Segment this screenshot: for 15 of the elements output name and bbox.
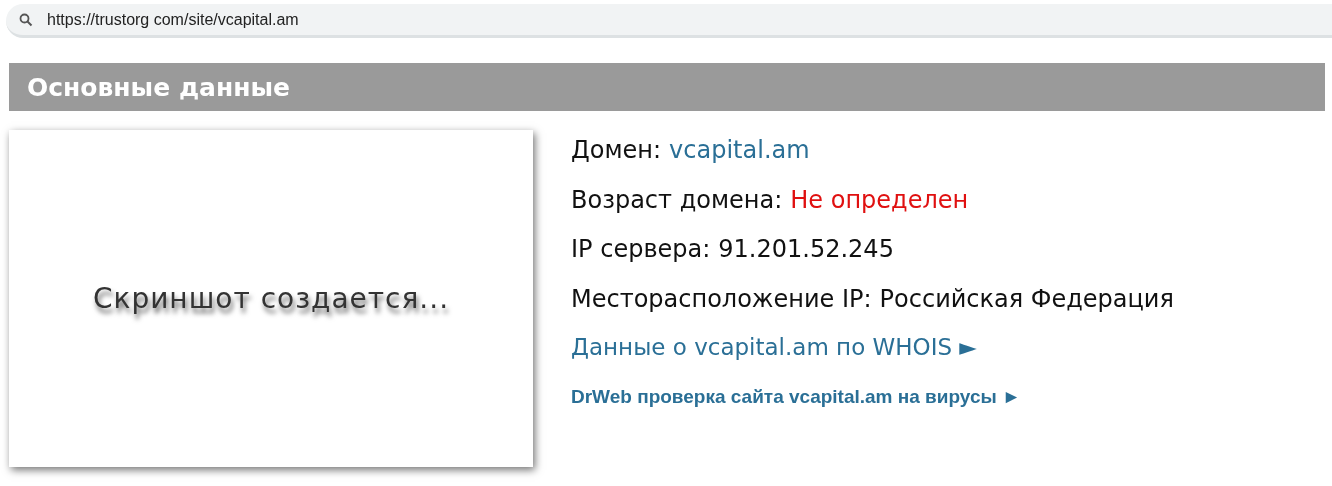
search-icon bbox=[19, 12, 33, 27]
field-label: Возраст домена: bbox=[571, 185, 783, 214]
url-text: https://trustorg com/site/vcapital.am bbox=[47, 10, 299, 29]
status-text: Не определен bbox=[790, 185, 969, 214]
domain-link[interactable]: vcapital.am bbox=[669, 136, 810, 164]
virus-check-link[interactable]: DrWeb проверка сайта vcapital.am на вирусы ► bbox=[571, 386, 1174, 408]
section-title: Основные данные bbox=[27, 72, 291, 102]
value-text: 91.201.52.245 bbox=[718, 235, 894, 263]
field-label: Домен: bbox=[571, 136, 662, 164]
placeholder-caption: Скриншот создается... bbox=[92, 282, 450, 315]
address-bar[interactable]: https://trustorg com/site/vcapital.am bbox=[6, 4, 1332, 38]
field-label: Месторасположение IP: bbox=[571, 284, 872, 313]
whois-link[interactable]: Данные о vcapital.am по WHOIS ► bbox=[571, 334, 1174, 386]
value-text: Российская Федерация bbox=[879, 284, 1174, 313]
field-label: IP сервера: bbox=[571, 235, 711, 263]
